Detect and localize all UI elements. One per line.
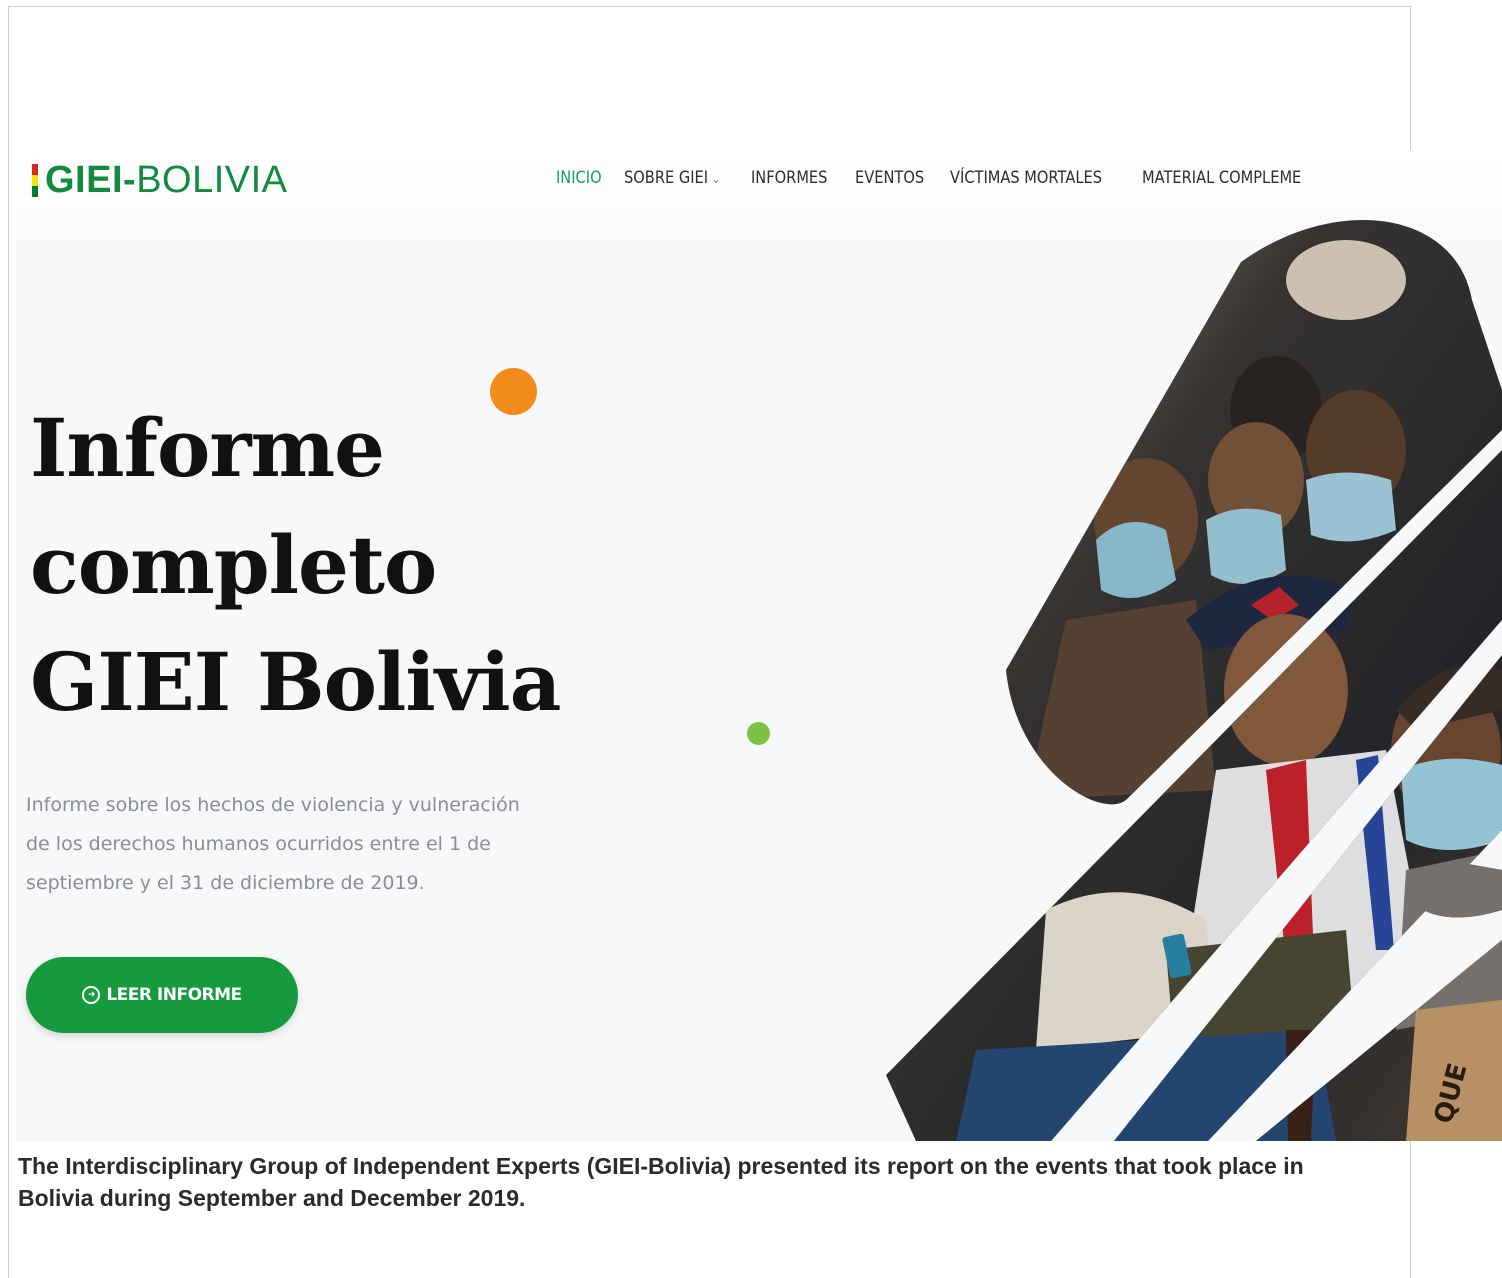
website-screenshot: GIEI- BOLIVIA INICIO SOBRE GIEI ⌄ INFORME… bbox=[16, 150, 1502, 1141]
figure-caption: The Interdisciplinary Group of Independe… bbox=[18, 1153, 1304, 1211]
hero-photo-collage: QUE bbox=[886, 220, 1502, 1141]
